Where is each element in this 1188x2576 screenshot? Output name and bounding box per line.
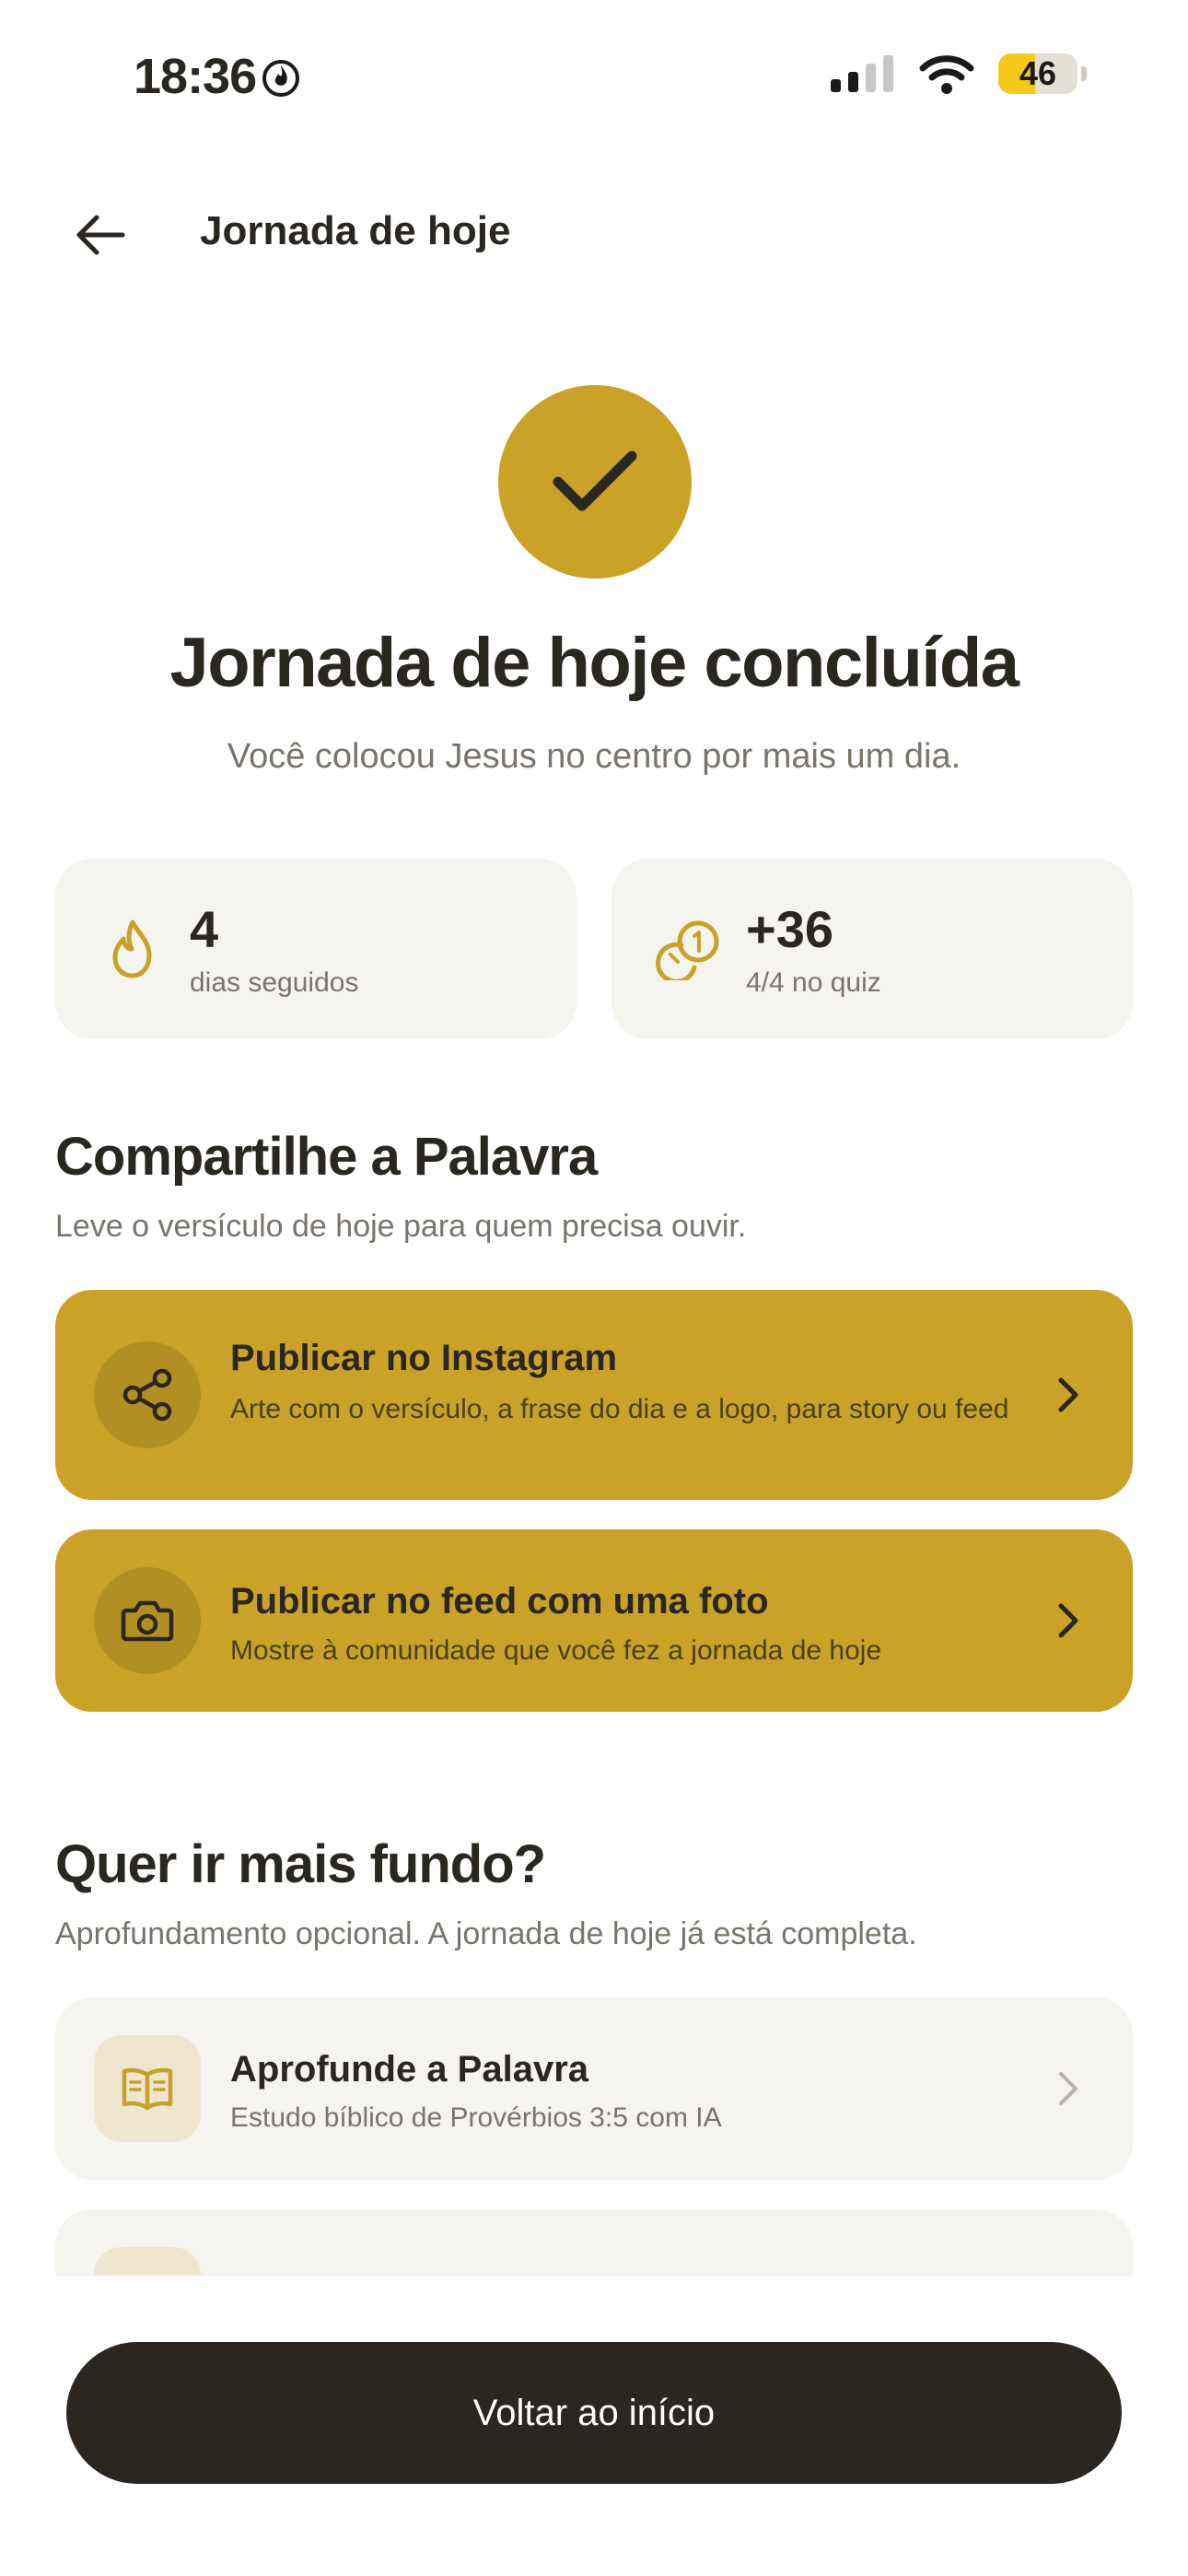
- deepen-word-title: Aprofunde a Palavra: [230, 2049, 589, 2090]
- completion-subtitle: Você colocou Jesus no centro por mais um…: [227, 737, 961, 776]
- deepen-word-card[interactable]: Aprofunde a Palavra Estudo bíblico de Pr…: [55, 1997, 1133, 2180]
- streak-stat-card: 4 dias seguidos: [55, 859, 577, 1039]
- publish-feed-photo-description: Mostre à comunidade que você fez a jorna…: [230, 1635, 882, 1666]
- page-title: Jornada de hoje: [200, 208, 511, 253]
- streak-label: dias seguidos: [190, 967, 359, 998]
- open-book-icon: [94, 2035, 201, 2142]
- share-section-title: Compartilhe a Palavra: [55, 1127, 598, 1187]
- coins-icon: [656, 916, 722, 982]
- battery-cap: [1081, 66, 1087, 81]
- completion-title: Jornada de hoje concluída: [169, 624, 1019, 702]
- chevron-right-icon: [1050, 1376, 1087, 1413]
- quiz-points-value: +36: [746, 900, 833, 958]
- streak-value: 4: [190, 900, 219, 958]
- wifi-icon: [919, 55, 974, 94]
- share-section-subtitle: Leve o versículo de hoje para quem preci…: [55, 1209, 747, 1244]
- publish-instagram-title: Publicar no Instagram: [230, 1338, 618, 1378]
- publish-feed-photo-title: Publicar no feed com uma foto: [230, 1581, 769, 1622]
- camera-icon: [94, 1567, 201, 1674]
- share-icon: [94, 1341, 201, 1448]
- battery-level: 46: [1019, 54, 1057, 92]
- publish-feed-photo-card[interactable]: Publicar no feed com uma foto Mostre à c…: [55, 1529, 1133, 1712]
- status-indicators: 46: [831, 53, 1087, 94]
- quiz-stat-card: +36 4/4 no quiz: [611, 859, 1133, 1039]
- quiz-points-label: 4/4 no quiz: [746, 967, 881, 998]
- back-to-home-button[interactable]: Voltar ao início: [66, 2342, 1122, 2484]
- check-icon: [553, 451, 637, 511]
- chevron-right-icon: [1050, 1602, 1087, 1639]
- completed-badge: [498, 385, 692, 579]
- publish-instagram-card[interactable]: Publicar no Instagram Arte com o versícu…: [55, 1290, 1133, 1500]
- deeper-section-title: Quer ir mais fundo?: [55, 1834, 546, 1894]
- status-time: 18:36: [134, 48, 300, 105]
- signal-icon: [831, 55, 893, 92]
- battery-indicator: 46: [998, 53, 1077, 94]
- flame-icon: [99, 916, 166, 982]
- arrow-left-icon: [76, 215, 125, 255]
- flame-status-icon: [262, 60, 300, 97]
- status-time-text: 18:36: [134, 49, 257, 104]
- deeper-section-subtitle: Aprofundamento opcional. A jornada de ho…: [55, 1916, 917, 1951]
- deepen-word-description: Estudo bíblico de Provérbios 3:5 com IA: [230, 2102, 722, 2133]
- back-button[interactable]: [68, 203, 133, 267]
- chevron-right-icon: [1050, 2070, 1087, 2107]
- publish-instagram-description: Arte com o versículo, a frase do dia e a…: [230, 1394, 1009, 1424]
